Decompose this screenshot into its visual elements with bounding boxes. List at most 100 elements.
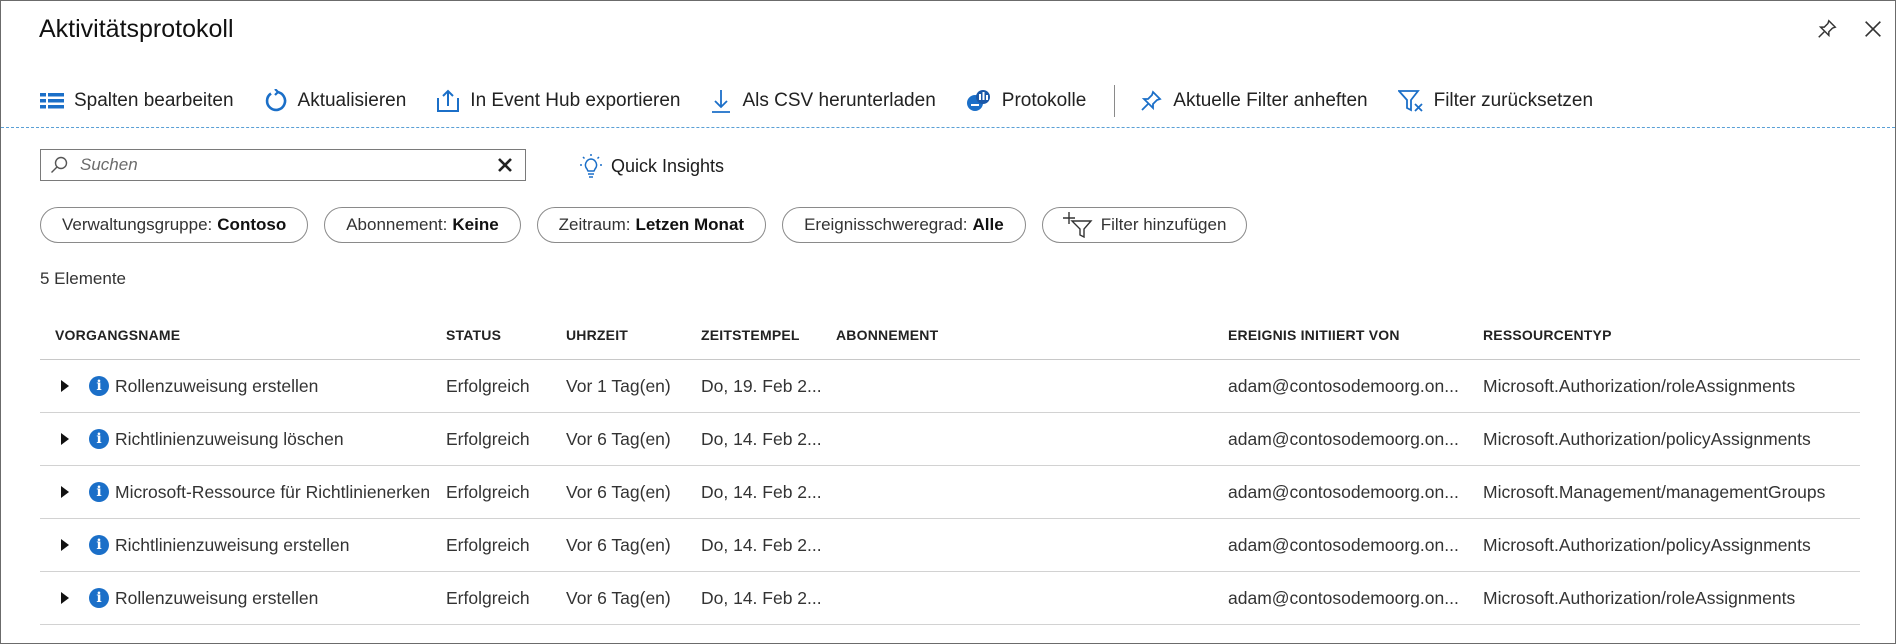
toolbar-divider — [1114, 85, 1116, 117]
operation-name: Richtlinienzuweisung erstellen — [115, 534, 350, 555]
column-header-timestamp[interactable]: ZEITSTEMPEL — [701, 327, 836, 343]
operation-cell: i Microsoft-Ressource für Richtlinienerk… — [40, 482, 446, 503]
expand-caret-icon[interactable] — [55, 482, 75, 502]
initiated-by-cell: adam@contosodemoorg.on... — [1228, 534, 1459, 555]
column-header-status[interactable]: STATUS — [446, 327, 566, 343]
search-input[interactable] — [80, 155, 497, 175]
info-icon: i — [89, 535, 109, 555]
expand-caret-icon[interactable] — [55, 535, 75, 555]
quick-insights-label: Quick Insights — [611, 155, 725, 176]
info-icon: i — [89, 376, 109, 396]
info-icon: i — [89, 482, 109, 502]
timestamp-cell: Do, 14. Feb 2... — [701, 587, 822, 608]
timestamp-cell: Do, 14. Feb 2... — [701, 534, 822, 555]
operation-cell: i Rollenzuweisung erstellen — [40, 588, 446, 609]
operation-cell: i Richtlinienzuweisung löschen — [40, 429, 446, 450]
table-row[interactable]: i Rollenzuweisung erstellen Erfolgreich … — [40, 360, 1860, 413]
time-cell: Vor 6 Tag(en) — [566, 534, 671, 555]
timestamp-cell: Do, 14. Feb 2... — [701, 481, 822, 502]
pin-filters-label: Aktuelle Filter anheften — [1173, 90, 1368, 111]
time-cell: Vor 6 Tag(en) — [566, 587, 671, 608]
download-icon — [712, 90, 731, 113]
add-filter-label: Filter hinzufügen — [1100, 215, 1227, 234]
lightbulb-icon — [580, 154, 602, 178]
resource-type-cell: Microsoft.Authorization/roleAssignments — [1483, 375, 1796, 396]
refresh-label: Aktualisieren — [297, 90, 407, 111]
download-csv-button[interactable]: Als CSV herunterladen — [710, 89, 936, 113]
column-header-subscription[interactable]: ABONNEMENT — [836, 327, 1228, 343]
search-icon — [51, 156, 68, 173]
filter-pill-timespan[interactable]: Zeitraum: Letzen Monat — [536, 207, 767, 243]
operation-name: Microsoft-Ressource für Richtlinienerken — [115, 481, 431, 502]
command-bar: Spalten bearbeiten Aktualisieren In Even… — [1, 75, 1895, 128]
table-row[interactable]: i Richtlinienzuweisung löschen Erfolgrei… — [40, 413, 1860, 466]
expand-caret-icon[interactable] — [55, 429, 75, 449]
item-count: 5 Elemente — [40, 269, 126, 288]
refresh-icon — [265, 89, 286, 112]
initiated-by-cell: adam@contosodemoorg.on... — [1228, 375, 1459, 396]
filter-value: Contoso — [217, 215, 287, 234]
filter-pill-severity[interactable]: Ereignisschweregrad: Alle — [782, 207, 1026, 243]
export-event-hub-button[interactable]: In Event Hub exportieren — [436, 89, 680, 113]
filter-value: Alle — [972, 215, 1004, 234]
activity-log-blade: Aktivitätsprotokoll Spalten bearbeiten A… — [0, 0, 1896, 644]
table-row[interactable]: i Rollenzuweisung erstellen Erfolgreich … — [40, 572, 1860, 625]
initiated-by-cell: adam@contosodemoorg.on... — [1228, 587, 1459, 608]
pin-icon[interactable] — [1813, 15, 1841, 43]
pin-icon — [1141, 90, 1162, 111]
table-row[interactable]: i Richtlinienzuweisung erstellen Erfolgr… — [40, 519, 1860, 572]
expand-caret-icon[interactable] — [55, 588, 75, 608]
filter-label: Abonnement: — [346, 215, 448, 234]
status-cell: Erfolgreich — [446, 587, 530, 608]
activity-table: VORGANGSNAME STATUS UHRZEIT ZEITSTEMPEL … — [40, 311, 1860, 625]
quick-insights-button[interactable]: Quick Insights — [579, 153, 724, 179]
columns-icon — [40, 93, 64, 109]
filter-label: Zeitraum: — [558, 215, 631, 234]
reset-filters-button[interactable]: Filter zurücksetzen — [1397, 89, 1594, 113]
edit-columns-label: Spalten bearbeiten — [74, 90, 234, 111]
time-cell: Vor 6 Tag(en) — [566, 481, 671, 502]
table-row[interactable]: i Microsoft-Ressource für Richtlinienerk… — [40, 466, 1860, 519]
resource-type-cell: Microsoft.Authorization/policyAssignment… — [1483, 534, 1811, 555]
column-header-time[interactable]: UHRZEIT — [566, 327, 701, 343]
logs-icon — [966, 90, 990, 111]
download-csv-label: Als CSV herunterladen — [742, 90, 936, 111]
time-cell: Vor 6 Tag(en) — [566, 428, 671, 449]
page-title: Aktivitätsprotokoll — [39, 15, 234, 43]
close-icon[interactable] — [1859, 15, 1887, 43]
expand-caret-icon[interactable] — [55, 376, 75, 396]
column-header-resource-type[interactable]: RESSOURCENTYP — [1483, 327, 1860, 343]
status-cell: Erfolgreich — [446, 481, 530, 502]
upload-icon — [437, 89, 460, 112]
column-header-initiated-by[interactable]: EREIGNIS INITIIERT VON — [1228, 327, 1483, 343]
operation-name: Rollenzuweisung erstellen — [115, 375, 319, 396]
window-controls — [1813, 15, 1887, 43]
edit-columns-button[interactable]: Spalten bearbeiten — [40, 90, 234, 112]
info-icon: i — [89, 429, 109, 449]
filter-label: Verwaltungsgruppe: — [62, 215, 213, 234]
operation-name: Richtlinienzuweisung löschen — [115, 428, 344, 449]
filter-pill-subscription[interactable]: Abonnement: Keine — [324, 207, 521, 243]
timestamp-cell: Do, 14. Feb 2... — [701, 428, 822, 449]
column-header-operation[interactable]: VORGANGSNAME — [40, 327, 446, 343]
initiated-by-cell: adam@contosodemoorg.on... — [1228, 481, 1459, 502]
refresh-button[interactable]: Aktualisieren — [264, 89, 407, 113]
clear-search-icon[interactable] — [497, 157, 513, 173]
logs-button[interactable]: Protokolle — [966, 88, 1086, 114]
status-cell: Erfolgreich — [446, 534, 530, 555]
resource-type-cell: Microsoft.Authorization/roleAssignments — [1483, 587, 1796, 608]
timestamp-cell: Do, 19. Feb 2... — [701, 375, 822, 396]
table-header: VORGANGSNAME STATUS UHRZEIT ZEITSTEMPEL … — [40, 311, 1860, 360]
filter-pills: Verwaltungsgruppe: Contoso Abonnement: Kei… — [40, 207, 1248, 243]
export-event-hub-label: In Event Hub exportieren — [470, 90, 681, 111]
resource-type-cell: Microsoft.Authorization/policyAssignment… — [1483, 428, 1811, 449]
pin-filters-button[interactable]: Aktuelle Filter anheften — [1139, 89, 1368, 113]
info-icon: i — [89, 588, 109, 608]
filter-label: Ereignisschweregrad: — [804, 215, 968, 234]
initiated-by-cell: adam@contosodemoorg.on... — [1228, 428, 1459, 449]
reset-filters-label: Filter zurücksetzen — [1433, 90, 1594, 111]
filter-pill-management-group[interactable]: Verwaltungsgruppe: Contoso — [40, 207, 309, 243]
add-filter-button[interactable]: Filter hinzufügen — [1041, 207, 1248, 243]
status-cell: Erfolgreich — [446, 375, 530, 396]
filter-reset-icon — [1397, 90, 1423, 112]
